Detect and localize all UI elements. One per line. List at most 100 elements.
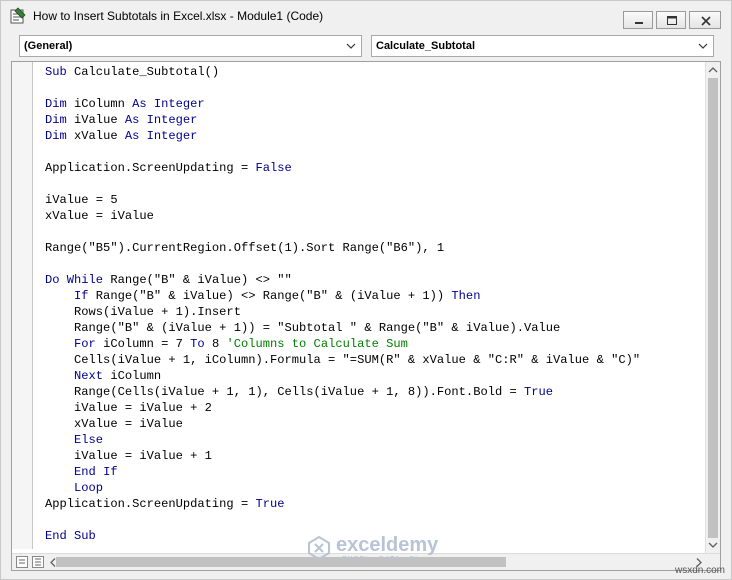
- code-token: iColumn: [66, 97, 133, 111]
- code-line[interactable]: Dim xValue As Integer: [45, 128, 640, 144]
- code-token: Rows(iValue + 1).Insert: [45, 305, 241, 319]
- code-line[interactable]: [45, 176, 640, 192]
- code-line[interactable]: Range("B5").CurrentRegion.Offset(1).Sort…: [45, 240, 640, 256]
- code-line[interactable]: iValue = iValue + 1: [45, 448, 640, 464]
- code-line[interactable]: Application.ScreenUpdating = True: [45, 496, 640, 512]
- code-keyword: Integer: [146, 113, 198, 127]
- close-icon: [701, 16, 711, 26]
- minimize-button[interactable]: [623, 11, 653, 29]
- window-title: How to Insert Subtotals in Excel.xlsx - …: [33, 9, 324, 23]
- watermark-tagline: EXCEL · DATA · BI: [342, 556, 418, 563]
- code-editor[interactable]: Sub Calculate_Subtotal() Dim iColumn As …: [11, 61, 721, 571]
- code-comment: 'Columns to Calculate Sum: [226, 337, 408, 351]
- code-keyword: True: [524, 385, 554, 399]
- code-keyword: Sub: [74, 529, 96, 543]
- code-keyword: Loop: [74, 481, 104, 495]
- full-module-view-icon[interactable]: [32, 556, 44, 568]
- code-keyword: Sub: [45, 65, 67, 79]
- vbe-code-window: How to Insert Subtotals in Excel.xlsx - …: [0, 0, 732, 580]
- code-keyword: As: [124, 113, 140, 127]
- code-token: Application.ScreenUpdating =: [45, 161, 256, 175]
- code-line[interactable]: Range("B" & (iValue + 1)) = "Subtotal " …: [45, 320, 640, 336]
- code-token: Range("B" & iValue) <> Range("B" & (iVal…: [88, 289, 452, 303]
- code-line[interactable]: Range(Cells(iValue + 1, 1), Cells(iValue…: [45, 384, 640, 400]
- code-line[interactable]: Else: [45, 432, 640, 448]
- code-token: Range("B" & (iValue + 1)) = "Subtotal " …: [45, 321, 561, 335]
- procedure-dropdown-value: Calculate_Subtotal: [376, 40, 476, 52]
- code-line[interactable]: Application.ScreenUpdating = False: [45, 160, 640, 176]
- object-dropdown[interactable]: (General): [19, 35, 362, 57]
- code-keyword: Do: [45, 273, 60, 287]
- maximize-icon: [667, 16, 677, 25]
- code-text[interactable]: Sub Calculate_Subtotal() Dim iColumn As …: [45, 64, 640, 544]
- code-keyword: As: [124, 129, 140, 143]
- code-line[interactable]: iValue = 5: [45, 192, 640, 208]
- code-line[interactable]: [45, 256, 640, 272]
- code-keyword: True: [255, 497, 285, 511]
- code-line[interactable]: [45, 80, 640, 96]
- code-keyword: Next: [74, 369, 104, 383]
- code-keyword: If: [74, 289, 89, 303]
- code-line[interactable]: xValue = iValue: [45, 208, 640, 224]
- maximize-button[interactable]: [656, 11, 686, 29]
- vertical-scrollbar[interactable]: [705, 62, 720, 553]
- code-token: iColumn = 7: [95, 337, 191, 351]
- scroll-down-arrow-icon[interactable]: [708, 539, 718, 551]
- code-keyword: Else: [74, 433, 104, 447]
- code-line[interactable]: Cells(iValue + 1, iColumn).Formula = "=S…: [45, 352, 640, 368]
- code-token: iValue = 5: [45, 193, 118, 207]
- code-line[interactable]: xValue = iValue: [45, 416, 640, 432]
- code-line[interactable]: Rows(iValue + 1).Insert: [45, 304, 640, 320]
- code-line[interactable]: Next iColumn: [45, 368, 640, 384]
- close-button[interactable]: [689, 11, 721, 29]
- code-line[interactable]: Dim iColumn As Integer: [45, 96, 640, 112]
- title-bar[interactable]: How to Insert Subtotals in Excel.xlsx - …: [1, 1, 731, 31]
- scroll-up-arrow-icon[interactable]: [708, 64, 718, 76]
- code-token: 8: [204, 337, 227, 351]
- code-token: xValue = iValue: [45, 209, 154, 223]
- code-keyword: To: [190, 337, 205, 351]
- code-line[interactable]: If Range("B" & iValue) <> Range("B" & (i…: [45, 288, 640, 304]
- code-line[interactable]: [45, 512, 640, 528]
- code-keyword: False: [255, 161, 292, 175]
- code-token: xValue = iValue: [45, 417, 183, 431]
- code-keyword: As: [132, 97, 147, 111]
- code-line[interactable]: [45, 144, 640, 160]
- code-keyword: If: [103, 465, 118, 479]
- code-line[interactable]: Loop: [45, 480, 640, 496]
- code-line[interactable]: Sub Calculate_Subtotal(): [45, 64, 640, 80]
- procedure-dropdown[interactable]: Calculate_Subtotal: [371, 35, 714, 57]
- code-line[interactable]: Dim iValue As Integer: [45, 112, 640, 128]
- code-token: Range("B" & iValue) <> "": [103, 273, 292, 287]
- code-line[interactable]: [45, 224, 640, 240]
- code-line[interactable]: iValue = iValue + 2: [45, 400, 640, 416]
- code-keyword: Dim: [45, 129, 67, 143]
- code-keyword: End: [74, 465, 96, 479]
- code-keyword: End: [45, 529, 67, 543]
- site-credit: wsxdn.com: [674, 565, 725, 576]
- margin-indicator-bar[interactable]: [12, 62, 33, 549]
- code-token: xValue: [66, 129, 125, 143]
- code-line[interactable]: For iColumn = 7 To 8 'Columns to Calcula…: [45, 336, 640, 352]
- exceldemy-watermark: exceldemy EXCEL · DATA · BI: [306, 533, 456, 565]
- code-token: Application.ScreenUpdating =: [45, 497, 256, 511]
- code-line[interactable]: Do While Range("B" & iValue) <> "": [45, 272, 640, 288]
- code-token: iValue: [66, 113, 125, 127]
- vertical-scroll-thumb[interactable]: [708, 78, 718, 538]
- procedure-view-icon[interactable]: [16, 556, 28, 568]
- code-token: iColumn: [103, 369, 162, 383]
- code-token: iValue = iValue + 1: [45, 449, 212, 463]
- code-line[interactable]: End If: [45, 464, 640, 480]
- chevron-down-icon: [346, 43, 356, 49]
